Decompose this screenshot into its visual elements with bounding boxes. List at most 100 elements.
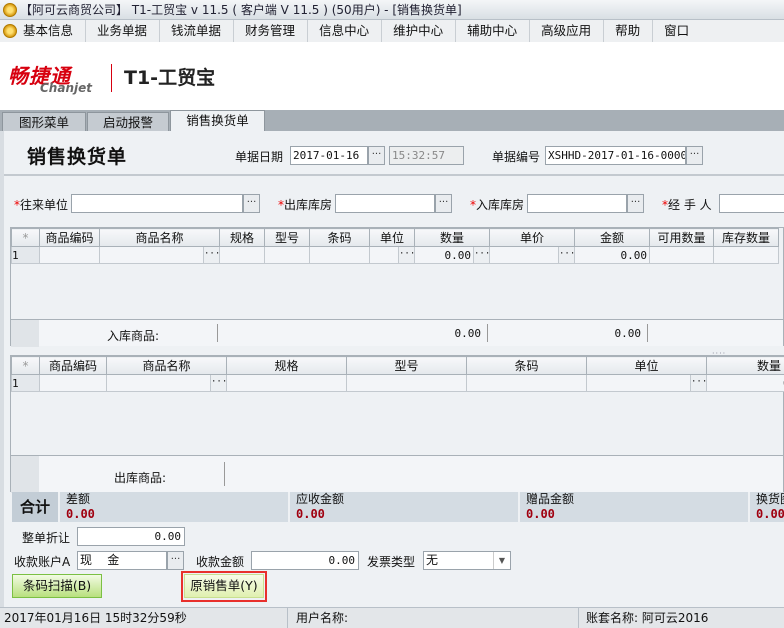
tab-graphic-menu[interactable]: 图形菜单 [2,112,86,131]
menu-maintenance[interactable]: 维护中心 [390,20,457,42]
account-input[interactable]: 现 金 [77,551,167,570]
table-row[interactable]: 1 ··· ··· 0.00 ··· ··· 0.00 [11,246,779,264]
col-available[interactable]: 可用数量 [649,228,714,247]
page-title: 销售换货单 [27,146,128,168]
footer-sep [217,324,218,342]
in-goods-table: * 商品编码 商品名称 规格 型号 条码 单位 数量 单价 金额 可用数量 库存… [11,228,779,264]
in-goods-footer-label: 入库商品: [107,329,160,343]
barcode-scan-button[interactable]: 条码扫描(B) [12,574,102,598]
header-divider [4,174,784,176]
col-price[interactable]: 单价 [489,228,575,247]
summary-difference: 差额 0.00 [58,492,288,522]
menu-advanced[interactable]: 高级应用 [538,20,605,42]
in-total-qty: 0.00 [454,327,482,340]
table-row[interactable]: 1 ··· ··· 0 [11,374,784,392]
tab-startup-alert[interactable]: 启动报警 [87,112,169,131]
discount-label: 整单折让 [22,531,71,545]
menu-window[interactable]: 窗口 [661,20,701,42]
cell-spec[interactable] [219,246,265,264]
cell-unit[interactable]: ··· [586,374,707,392]
account-picker-button[interactable]: ··· [167,551,184,570]
date-picker-button[interactable]: ··· [368,146,385,165]
col-qty[interactable]: 数量 [414,228,490,247]
qty-picker-button[interactable]: ··· [473,247,490,263]
cell-code[interactable] [39,246,100,264]
cell-amount[interactable]: 0.00 [574,246,650,264]
col-name[interactable]: 商品名称 [99,228,220,247]
cell-qty[interactable]: 0 [706,374,784,392]
col-star: * [11,356,40,375]
cell-qty[interactable]: 0.00 ··· [414,246,490,264]
menu-basic-info[interactable]: 基本信息 [20,20,87,42]
cell-model[interactable] [346,374,467,392]
out-goods-table: * 商品编码 商品名称 规格 型号 条码 单位 数量 1 ··· ··· 0 [11,356,784,392]
col-stock[interactable]: 库存数量 [713,228,779,247]
status-bar: 2017年01月16日 15时32分59秒 用户名称: 账套名称: 阿可云201… [0,607,784,628]
col-unit[interactable]: 单位 [369,228,415,247]
account-label: 收款账户A [14,555,71,569]
col-qty[interactable]: 数量 [706,356,784,375]
unit-picker-button[interactable]: ··· [398,247,415,263]
cell-price[interactable]: ··· [489,246,575,264]
menu-bar: 基本信息 业务单据 钱流单据 财务管理 信息中心 维护中心 辅助中心 高级应用 … [0,20,784,42]
col-model[interactable]: 型号 [264,228,310,247]
col-spec[interactable]: 规格 [226,356,347,375]
summary-gift-amount: 赠品金额 0.00 [518,492,748,522]
cell-barcode[interactable] [466,374,587,392]
col-amount[interactable]: 金额 [574,228,650,247]
original-sales-order-button[interactable]: 原销售单(Y) [184,574,264,598]
cell-unit[interactable]: ··· [369,246,415,264]
status-user: 用户名称: [296,611,349,625]
status-datetime: 2017年01月16日 15时32分59秒 [4,611,187,625]
left-edge [0,131,4,607]
status-sep [578,608,579,628]
menu-finance[interactable]: 财务管理 [242,20,309,42]
chevron-down-icon[interactable]: ▼ [493,552,510,569]
tab-sales-exchange[interactable]: 销售换货单 [170,110,265,131]
handler-input[interactable] [719,194,784,213]
out-goods-footer-label: 出库商品: [114,471,167,485]
name-picker-button[interactable]: ··· [210,375,227,391]
partner-input[interactable] [71,194,243,213]
number-label: 单据编号 [492,150,541,164]
invoice-select[interactable]: 无 ▼ [423,551,511,570]
cell-barcode[interactable] [309,246,370,264]
cell-code[interactable] [39,374,107,392]
status-account-set: 账套名称: 阿可云2016 [586,611,709,625]
discount-input[interactable]: 0.00 [77,527,185,546]
date-input[interactable]: 2017-01-16 [290,146,368,165]
unit-picker-button[interactable]: ··· [690,375,707,391]
cell-name[interactable]: ··· [99,246,220,264]
menu-app-icon[interactable] [3,24,17,38]
col-code[interactable]: 商品编码 [39,356,107,375]
received-input[interactable]: 0.00 [251,551,359,570]
number-input[interactable]: XSHHD-2017-01-16-00001 [545,146,686,165]
footer-sep [647,324,648,342]
col-model[interactable]: 型号 [346,356,467,375]
price-picker-button[interactable]: ··· [558,247,575,263]
tab-strip: 图形菜单 启动报警 销售换货单 [0,110,784,131]
menu-help[interactable]: 帮助 [612,20,654,42]
in-warehouse-input[interactable] [527,194,627,213]
col-barcode[interactable]: 条码 [466,356,587,375]
menu-info-center[interactable]: 信息中心 [316,20,383,42]
col-code[interactable]: 商品编码 [39,228,100,247]
col-barcode[interactable]: 条码 [309,228,370,247]
number-picker-button[interactable]: ··· [686,146,703,165]
col-name[interactable]: 商品名称 [106,356,227,375]
logo-brand-en: Chanjet [40,81,92,95]
in-warehouse-picker-button[interactable]: ··· [627,194,644,213]
cell-model[interactable] [264,246,310,264]
out-warehouse-input[interactable] [335,194,435,213]
menu-business[interactable]: 业务单据 [94,20,161,42]
cell-name[interactable]: ··· [106,374,227,392]
out-warehouse-picker-button[interactable]: ··· [435,194,452,213]
name-picker-button[interactable]: ··· [203,247,220,263]
col-spec[interactable]: 规格 [219,228,265,247]
col-unit[interactable]: 单位 [586,356,707,375]
menu-assist[interactable]: 辅助中心 [464,20,531,42]
partner-picker-button[interactable]: ··· [243,194,260,213]
partner-label: *往来单位 [14,198,69,212]
cell-spec[interactable] [226,374,347,392]
menu-cashflow[interactable]: 钱流单据 [168,20,235,42]
